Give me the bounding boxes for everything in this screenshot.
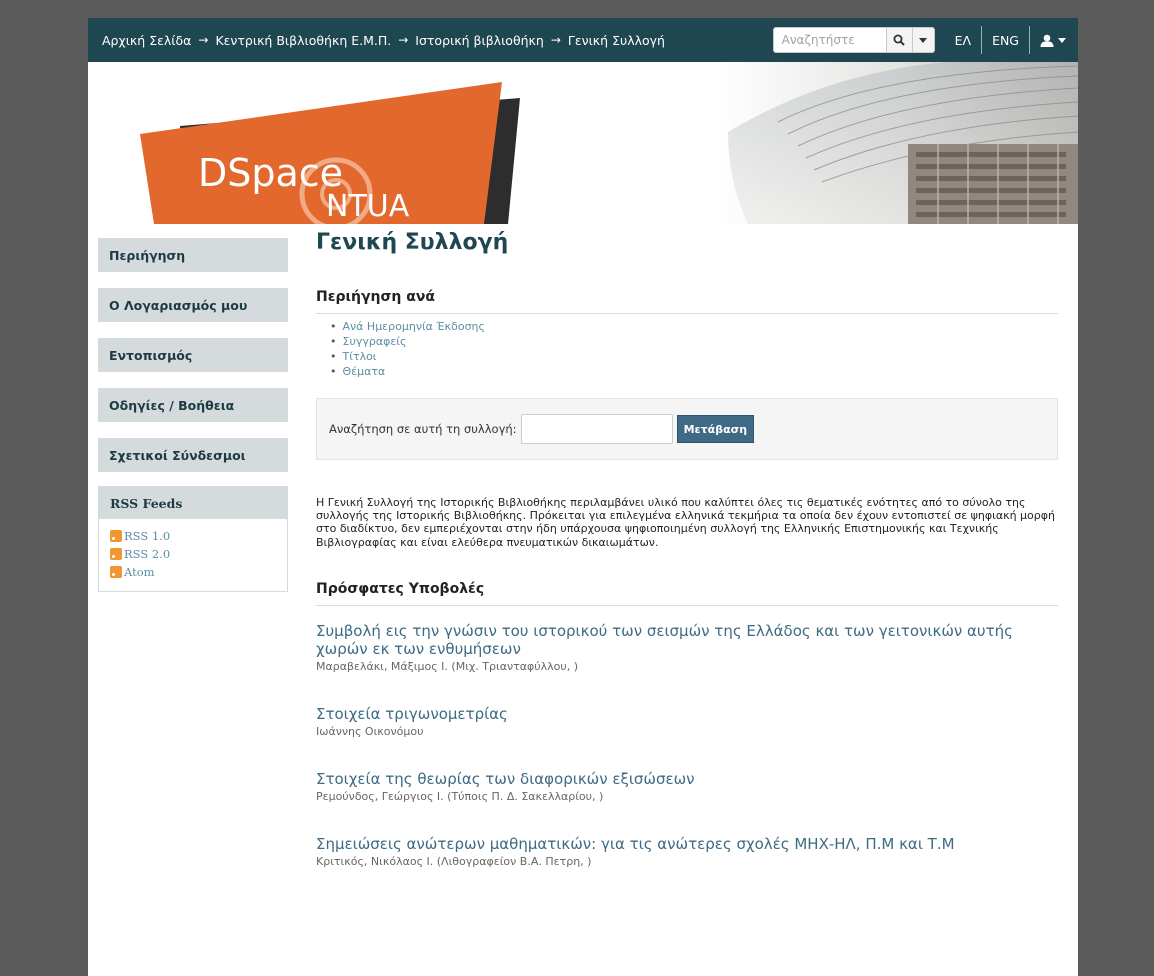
browse-by-author-link[interactable]: Συγγραφείς [330,335,1058,350]
browse-by-heading: Περιήγηση ανά [316,289,1058,314]
collection-search-input[interactable] [520,414,673,444]
breadcrumb-current-collection[interactable]: Γενική Συλλογή [568,33,665,48]
breadcrumb: Αρχική Σελίδα → Κεντρική Βιβλιοθήκη Ε.Μ.… [102,33,773,48]
recent-submissions-heading: Πρόσφατες Υποβολές [316,581,1058,606]
rss-icon [110,566,122,578]
sidebar-item-related-links[interactable]: Σχετικοί Σύνδεσμοι [98,438,288,472]
caret-down-icon [919,37,928,43]
lang-english-link[interactable]: ENG [982,33,1029,48]
recent-item-author: Κριτικός, Νικόλαος Ι. (Λιθογραφείον Β.Α.… [316,854,592,868]
browse-by-subject-link[interactable]: Θέματα [330,365,1058,380]
search-icon [893,34,905,46]
sidebar-item-my-account[interactable]: Ο Λογαριασμός μου [98,288,288,322]
recent-item-author: Μαραβελάκι, Μάξιμος Ι. (Μιχ. Τριανταφύλλ… [316,659,578,673]
collection-search-panel: Αναζήτηση σε αυτή τη συλλογή: Μετάβαση [316,398,1058,460]
recent-item-author: Ρεμούνδος, Γεώργιος Ι. (Τύποις Π. Δ. Σακ… [316,789,604,803]
top-nav-bar: Αρχική Σελίδα → Κεντρική Βιβλιοθήκη Ε.Μ.… [88,18,1078,62]
recent-item: Στοιχεία της θεωρίας των διαφορικών εξισ… [316,770,1058,803]
breadcrumb-central-library[interactable]: Κεντρική Βιβλιοθήκη Ε.Μ.Π. [215,33,391,48]
sidebar-item-discover[interactable]: Εντοπισμός [98,338,288,372]
global-search-input[interactable] [772,27,887,53]
recent-item: Σημειώσεις ανώτερων μαθηματικών: για τις… [316,835,1058,868]
banner-logo-sub: NTUA [326,189,410,224]
rss-feeds-title: RSS Feeds [99,487,287,519]
sidebar-item-browse[interactable]: Περιήγηση [98,238,288,272]
rss-link-label: Atom [124,565,155,579]
site-banner: DSpace NTUA [88,62,1078,224]
page-title: Γενική Συλλογή [316,230,509,255]
rss-feeds-panel: RSS Feeds RSS 1.0 RSS 2.0 Atom [98,486,288,592]
rss-2-link[interactable]: RSS 2.0 [110,545,277,563]
recent-item-title[interactable]: Στοιχεία τριγωνομετρίας [316,705,1058,723]
breadcrumb-separator: → [550,33,561,47]
recent-item: Στοιχεία τριγωνομετρίας Ιωάννης Οικονόμο… [316,705,1058,738]
rss-link-label: RSS 1.0 [124,529,171,543]
breadcrumb-separator: → [398,33,409,47]
breadcrumb-separator: → [198,33,209,47]
search-button[interactable] [886,27,913,53]
collection-description: Η Γενική Συλλογή της Ιστορικής Βιβλιοθήκ… [316,496,1055,549]
rss-link-label: RSS 2.0 [124,547,171,561]
browse-by-list: Ανά Ημερομηνία Έκδοσης Συγγραφείς Τίτλοι… [330,320,1058,380]
sidebar-item-help[interactable]: Οδηγίες / Βοήθεια [98,388,288,422]
atom-link[interactable]: Atom [110,563,277,581]
banner-logo-text: DSpace [198,151,343,195]
search-options-dropdown[interactable] [912,27,935,53]
browse-by-date-link[interactable]: Ανά Ημερομηνία Έκδοσης [330,320,1058,335]
lang-greek-link[interactable]: ΕΛ [945,33,981,48]
rss-icon [110,530,122,542]
collection-search-go-button[interactable]: Μετάβαση [676,415,755,443]
global-search [772,27,935,53]
user-icon [1040,34,1054,47]
user-menu-button[interactable] [1030,34,1078,47]
recent-item-title[interactable]: Συμβολή εις την γνώσιν του ιστορικού των… [316,622,1058,658]
recent-item-title[interactable]: Σημειώσεις ανώτερων μαθηματικών: για τις… [316,835,1058,853]
browse-by-title-link[interactable]: Τίτλοι [330,350,1058,365]
rss-links: RSS 1.0 RSS 2.0 Atom [99,519,287,591]
breadcrumb-home[interactable]: Αρχική Σελίδα [102,33,191,48]
banner-artwork: DSpace NTUA [140,62,1078,224]
collection-search-label: Αναζήτηση σε αυτή τη συλλογή: [329,422,517,436]
recent-item-author: Ιωάννης Οικονόμου [316,724,424,738]
rss-icon [110,548,122,560]
recent-item: Συμβολή εις την γνώσιν του ιστορικού των… [316,622,1058,673]
sidebar: Περιήγηση Ο Λογαριασμός μου Εντοπισμός Ο… [98,238,288,592]
rss-1-link[interactable]: RSS 1.0 [110,527,277,545]
recent-item-title[interactable]: Στοιχεία της θεωρίας των διαφορικών εξισ… [316,770,1058,788]
page-container: Αρχική Σελίδα → Κεντρική Βιβλιοθήκη Ε.Μ.… [88,18,1078,976]
breadcrumb-historical-library[interactable]: Ιστορική βιβλιοθήκη [415,33,544,48]
caret-down-icon [1058,37,1066,43]
main-content: Γενική Συλλογή Περιήγηση ανά Ανά Ημερομη… [316,230,1058,868]
